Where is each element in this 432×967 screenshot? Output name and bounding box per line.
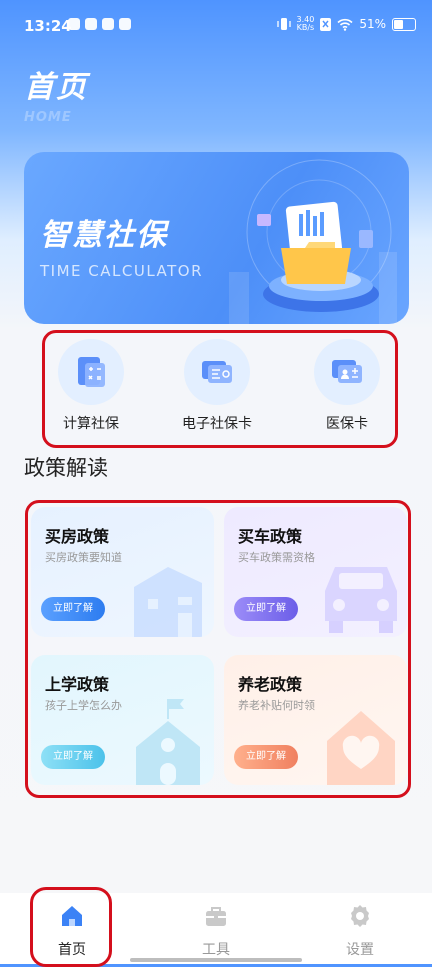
id-card-icon bbox=[202, 361, 232, 383]
card-title: 买车政策 bbox=[238, 527, 303, 546]
card-subtitle: 孩子上学怎么办 bbox=[45, 699, 122, 712]
shortcut-medical-card[interactable]: 医保卡 bbox=[297, 339, 397, 433]
document-folder-illustration bbox=[229, 159, 397, 324]
wifi-icon bbox=[337, 18, 353, 31]
banner-title: 智慧社保 bbox=[40, 218, 168, 253]
tab-label: 工具 bbox=[202, 942, 230, 958]
bluetooth-off-icon bbox=[320, 17, 332, 31]
learn-more-button[interactable]: 立即了解 bbox=[41, 597, 105, 621]
battery-percent: 51% bbox=[359, 17, 386, 31]
building-icon bbox=[134, 567, 202, 637]
battery-icon bbox=[392, 17, 416, 31]
weibo-app-icon bbox=[68, 18, 80, 30]
vibrate-icon bbox=[276, 18, 291, 30]
tab-label: 设置 bbox=[346, 942, 374, 958]
status-bar: 13:24 3.40 KB/s 51% bbox=[0, 0, 432, 50]
learn-more-button[interactable]: 立即了解 bbox=[41, 745, 105, 769]
shortcut-calculate-social-security[interactable]: 计算社保 bbox=[41, 339, 141, 433]
message-app-icon bbox=[119, 18, 131, 30]
shortcut-circle bbox=[58, 339, 124, 405]
card-subtitle: 买房政策要知道 bbox=[45, 551, 122, 564]
notification-icons bbox=[68, 18, 131, 30]
shortcut-label: 医保卡 bbox=[326, 416, 368, 432]
toolbox-icon bbox=[206, 907, 226, 926]
gear-icon bbox=[351, 905, 369, 927]
app-notification-icon-2 bbox=[102, 18, 114, 30]
learn-more-button[interactable]: 立即了解 bbox=[234, 597, 298, 621]
status-right: 3.40 KB/s 51% bbox=[276, 16, 416, 32]
card-subtitle: 买车政策需资格 bbox=[238, 551, 315, 564]
policy-card-car[interactable]: 买车政策 买车政策需资格 立即了解 bbox=[224, 507, 407, 637]
calculator-icon bbox=[78, 357, 105, 387]
banner[interactable]: 智慧社保 TIME CALCULATOR bbox=[24, 152, 409, 324]
tab-settings[interactable]: 设置 bbox=[320, 903, 400, 959]
section-title: 政策解读 bbox=[24, 456, 108, 480]
policy-card-house[interactable]: 买房政策 买房政策要知道 立即了解 bbox=[31, 507, 214, 637]
app-notification-icon bbox=[85, 18, 97, 30]
shortcut-circle bbox=[184, 339, 250, 405]
page-title: 首页 bbox=[24, 70, 88, 105]
heart-house-icon bbox=[327, 711, 395, 785]
shortcuts-panel: 计算社保 电子社保卡 医保卡 bbox=[42, 330, 398, 448]
card-subtitle: 养老补贴何时领 bbox=[238, 699, 315, 712]
shortcut-circle bbox=[314, 339, 380, 405]
net-speed: 3.40 KB/s bbox=[297, 16, 315, 32]
policy-grid: 买房政策 买房政策要知道 立即了解 买车政策 买车政策需资格 立即了解 上学政策… bbox=[25, 500, 411, 798]
shortcut-electronic-card[interactable]: 电子社保卡 bbox=[167, 339, 267, 433]
card-title: 上学政策 bbox=[45, 675, 110, 694]
banner-subtitle: TIME CALCULATOR bbox=[40, 262, 204, 280]
school-icon bbox=[136, 699, 200, 785]
tab-tools[interactable]: 工具 bbox=[176, 903, 256, 959]
shortcut-label: 计算社保 bbox=[63, 416, 119, 432]
medical-card-icon bbox=[332, 360, 362, 383]
learn-more-button[interactable]: 立即了解 bbox=[234, 745, 298, 769]
home-indicator[interactable] bbox=[130, 958, 302, 962]
active-tab-highlight bbox=[30, 887, 112, 967]
policy-card-school[interactable]: 上学政策 孩子上学怎么办 立即了解 bbox=[31, 655, 214, 785]
shortcut-label: 电子社保卡 bbox=[182, 416, 252, 432]
card-title: 买房政策 bbox=[45, 527, 110, 546]
page-subtitle: HOME bbox=[24, 110, 72, 125]
status-time: 13:24 bbox=[24, 17, 72, 35]
card-title: 养老政策 bbox=[238, 675, 303, 694]
policy-card-pension[interactable]: 养老政策 养老补贴何时领 立即了解 bbox=[224, 655, 407, 785]
car-icon bbox=[325, 567, 397, 633]
net-speed-unit: KB/s bbox=[296, 23, 315, 32]
